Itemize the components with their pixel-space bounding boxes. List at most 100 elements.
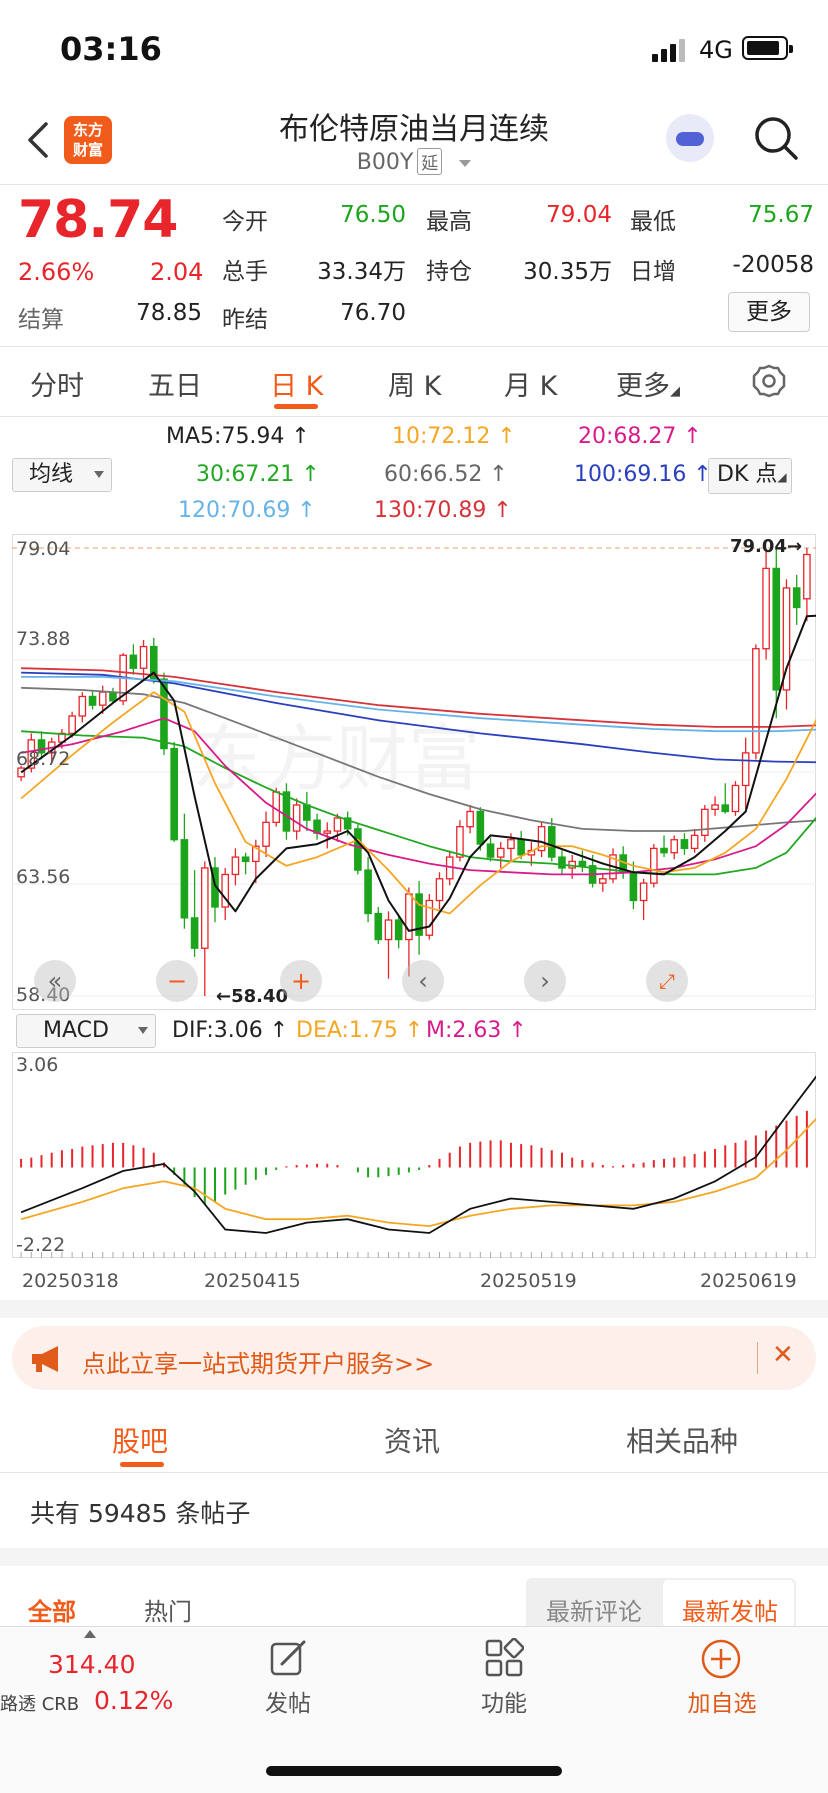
crb-index-name: 路透 CRB [0, 1694, 80, 1715]
y-label-2: 73.88 [16, 628, 71, 650]
dea-line [20, 1117, 816, 1228]
candle-body [435, 878, 444, 902]
candle-body [292, 804, 301, 832]
tab-guba[interactable]: 股吧 [112, 1420, 168, 1460]
candle-body [231, 856, 240, 876]
promo-banner-text[interactable]: 点此立享一站式期货开户服务>> [82, 1344, 434, 1379]
scroll-left-icon[interactable]: ‹ [402, 960, 444, 1002]
x-label-3: 20250519 [480, 1270, 577, 1292]
compose-icon[interactable] [268, 1638, 308, 1678]
candle-body [88, 695, 97, 706]
posts-separator [0, 1548, 828, 1566]
tab-daily-k[interactable]: 日 K [270, 364, 323, 403]
search-icon[interactable] [752, 114, 800, 162]
volume-label: 总手 [222, 259, 268, 285]
ma60-value: 60:66.52 ↑ [384, 462, 508, 487]
settings-gear-icon[interactable] [752, 364, 786, 398]
tab-intraday[interactable]: 分时 [30, 364, 84, 403]
candle-body [68, 715, 76, 735]
tab-related[interactable]: 相关品种 [626, 1420, 738, 1460]
add-watchlist-icon[interactable] [700, 1638, 742, 1680]
high-label: 最高 [426, 209, 472, 235]
open-label: 今开 [222, 209, 268, 235]
fullscreen-icon[interactable]: ⤢ [646, 960, 688, 1002]
tab-weekly-k[interactable]: 周 K [388, 364, 441, 403]
candle-body [384, 919, 393, 941]
x-label-4: 20250619 [700, 1270, 797, 1292]
nav-post[interactable]: 发帖 [248, 1684, 328, 1718]
nav-function[interactable]: 功能 [464, 1684, 544, 1718]
ma10-value: 10:72.12 ↑ [392, 424, 516, 449]
crb-index-change: 0.12% [94, 1686, 174, 1715]
indicator-selector[interactable]: MACD [16, 1014, 156, 1048]
low-value: 75.67 [748, 202, 814, 228]
post-count: 共有 59485 条帖子 [30, 1499, 251, 1528]
candle-body [547, 826, 556, 858]
dropdown-arrow-icon [94, 471, 104, 478]
dif-line [20, 1075, 816, 1234]
macd-y-top: 3.06 [16, 1054, 59, 1076]
zoom-out-icon[interactable]: − [156, 960, 198, 1002]
battery-icon [742, 36, 793, 60]
candle-body [680, 839, 689, 850]
close-icon[interactable]: ✕ [772, 1340, 794, 1370]
candle-body [517, 839, 525, 856]
delay-tag: 延 [417, 148, 443, 175]
candle-body [629, 871, 638, 902]
dk-point-button[interactable]: DK 点◢ [708, 458, 792, 494]
candlestick-chart[interactable]: 东方财富 [12, 534, 816, 1010]
tab-five-day[interactable]: 五日 [148, 364, 202, 403]
nav-add-watchlist[interactable]: 加自选 [672, 1684, 772, 1718]
dea-value: DEA:1.75 ↑ [296, 1018, 424, 1043]
filter-all[interactable]: 全部 [28, 1592, 76, 1627]
x-label-2: 20250415 [204, 1270, 301, 1292]
expand-up-icon[interactable] [84, 1630, 96, 1638]
candle-body [180, 839, 189, 919]
tab-more[interactable]: 更多◢ [616, 364, 680, 403]
volume-value: 33.34万 [317, 259, 406, 285]
macd-chart[interactable] [12, 1052, 816, 1258]
zoom-in-icon[interactable]: + [280, 960, 322, 1002]
low-label: 最低 [630, 209, 676, 235]
macd-y-bottom: -2.22 [16, 1234, 66, 1256]
candle-body [170, 747, 178, 841]
last-price: 78.74 [18, 190, 178, 250]
sort-latest-post[interactable]: 最新发帖 [682, 1592, 778, 1627]
signal-icon [652, 39, 685, 62]
section-gap [0, 1300, 828, 1318]
candle-body [394, 919, 403, 941]
quote-divider [0, 346, 828, 347]
tab-news[interactable]: 资讯 [384, 1420, 440, 1460]
more-button[interactable]: 更多 [728, 292, 810, 332]
scroll-right-icon[interactable]: › [524, 960, 566, 1002]
candle-body [323, 830, 332, 834]
candle-body [476, 810, 485, 845]
candle-body [701, 808, 709, 837]
candle-body [711, 804, 719, 810]
sort-latest-comment[interactable]: 最新评论 [546, 1592, 642, 1627]
candle-body [109, 691, 117, 702]
x-label-1: 20250318 [22, 1270, 119, 1292]
candle-body [731, 784, 740, 813]
crb-index-value[interactable]: 314.40 [48, 1650, 135, 1679]
candle-body [650, 847, 658, 884]
tab-monthly-k[interactable]: 月 K [504, 364, 557, 403]
candle-body [262, 821, 270, 847]
assistant-robot-icon[interactable] [666, 114, 714, 162]
candle-body [98, 691, 107, 706]
candle-body [333, 817, 342, 832]
ma-selector[interactable]: 均线 [12, 458, 112, 492]
ma5-value: MA5:75.94 ↑ [166, 424, 310, 449]
open-interest-value: 30.35万 [523, 259, 612, 285]
corner-arrow-icon: ◢ [670, 384, 680, 399]
candle-body [721, 804, 730, 813]
candle-body [486, 843, 495, 858]
candle-body [670, 839, 679, 854]
grid-function-icon[interactable] [484, 1638, 524, 1678]
candle-body [139, 645, 148, 669]
dropdown-arrow-icon [138, 1027, 148, 1034]
network-type: 4G [699, 36, 733, 64]
scroll-left-fast-icon[interactable]: « [34, 960, 76, 1002]
filter-hot[interactable]: 热门 [144, 1592, 192, 1627]
candle-body [690, 834, 699, 850]
